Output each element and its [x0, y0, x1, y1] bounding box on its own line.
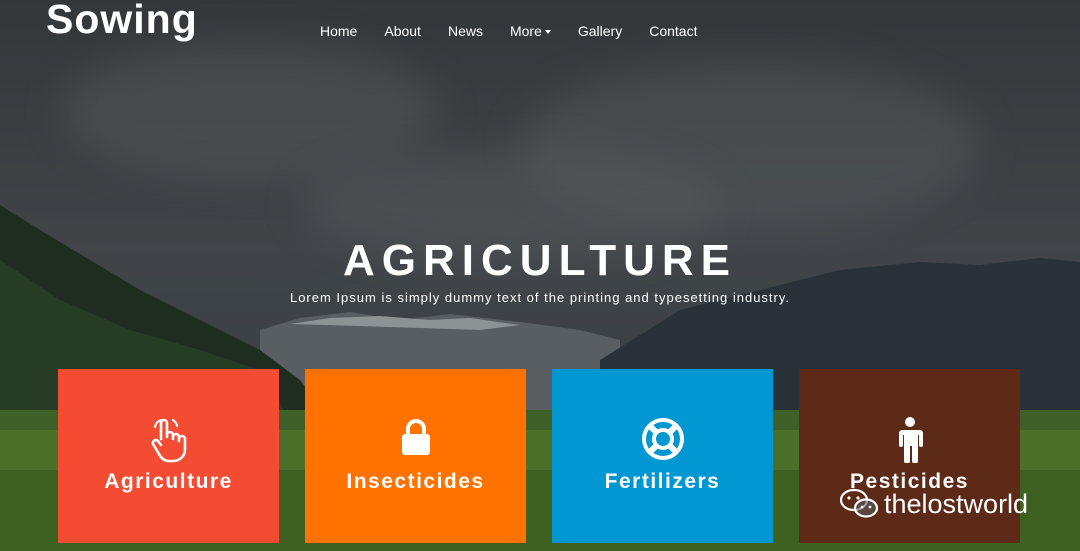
nav-news[interactable]: News — [448, 23, 483, 39]
nav-more-dropdown[interactable]: More — [510, 23, 551, 39]
nav-about-label: About — [384, 23, 421, 39]
wechat-icon — [840, 488, 878, 518]
nav-gallery-label: Gallery — [577, 23, 623, 39]
hand-pointer-icon — [58, 417, 279, 463]
nav-news-label: News — [447, 23, 483, 39]
lock-icon — [305, 417, 526, 461]
nav-about[interactable]: About — [384, 23, 421, 39]
nav-home[interactable]: Home — [320, 23, 357, 39]
brand-logo[interactable]: Sowing — [46, 0, 198, 43]
card-insecticides[interactable]: Insecticides — [305, 369, 526, 543]
card-label: Insecticides — [346, 470, 485, 493]
caret-down-icon — [544, 29, 551, 34]
person-icon — [799, 417, 1020, 463]
life-ring-icon — [552, 417, 773, 461]
watermark: thelostworld — [840, 488, 1028, 520]
nav-gallery[interactable]: Gallery — [578, 23, 622, 39]
watermark-text: thelostworld — [884, 488, 1029, 519]
nav-contact-label: Contact — [649, 23, 698, 39]
hero-title: AGRICULTURE — [343, 236, 737, 285]
card-agriculture[interactable]: Agriculture — [58, 369, 279, 543]
hero-subtitle: Lorem Ipsum is simply dummy text of the … — [289, 290, 791, 305]
card-fertilizers[interactable]: Fertilizers — [552, 369, 773, 543]
main-nav: Home About News More Gallery Contact — [320, 23, 724, 39]
card-label: Fertilizers — [604, 470, 721, 493]
card-label: Agriculture — [104, 470, 233, 493]
nav-more-label: More — [509, 23, 542, 39]
nav-contact[interactable]: Contact — [649, 23, 697, 39]
nav-home-label: Home — [320, 23, 358, 39]
